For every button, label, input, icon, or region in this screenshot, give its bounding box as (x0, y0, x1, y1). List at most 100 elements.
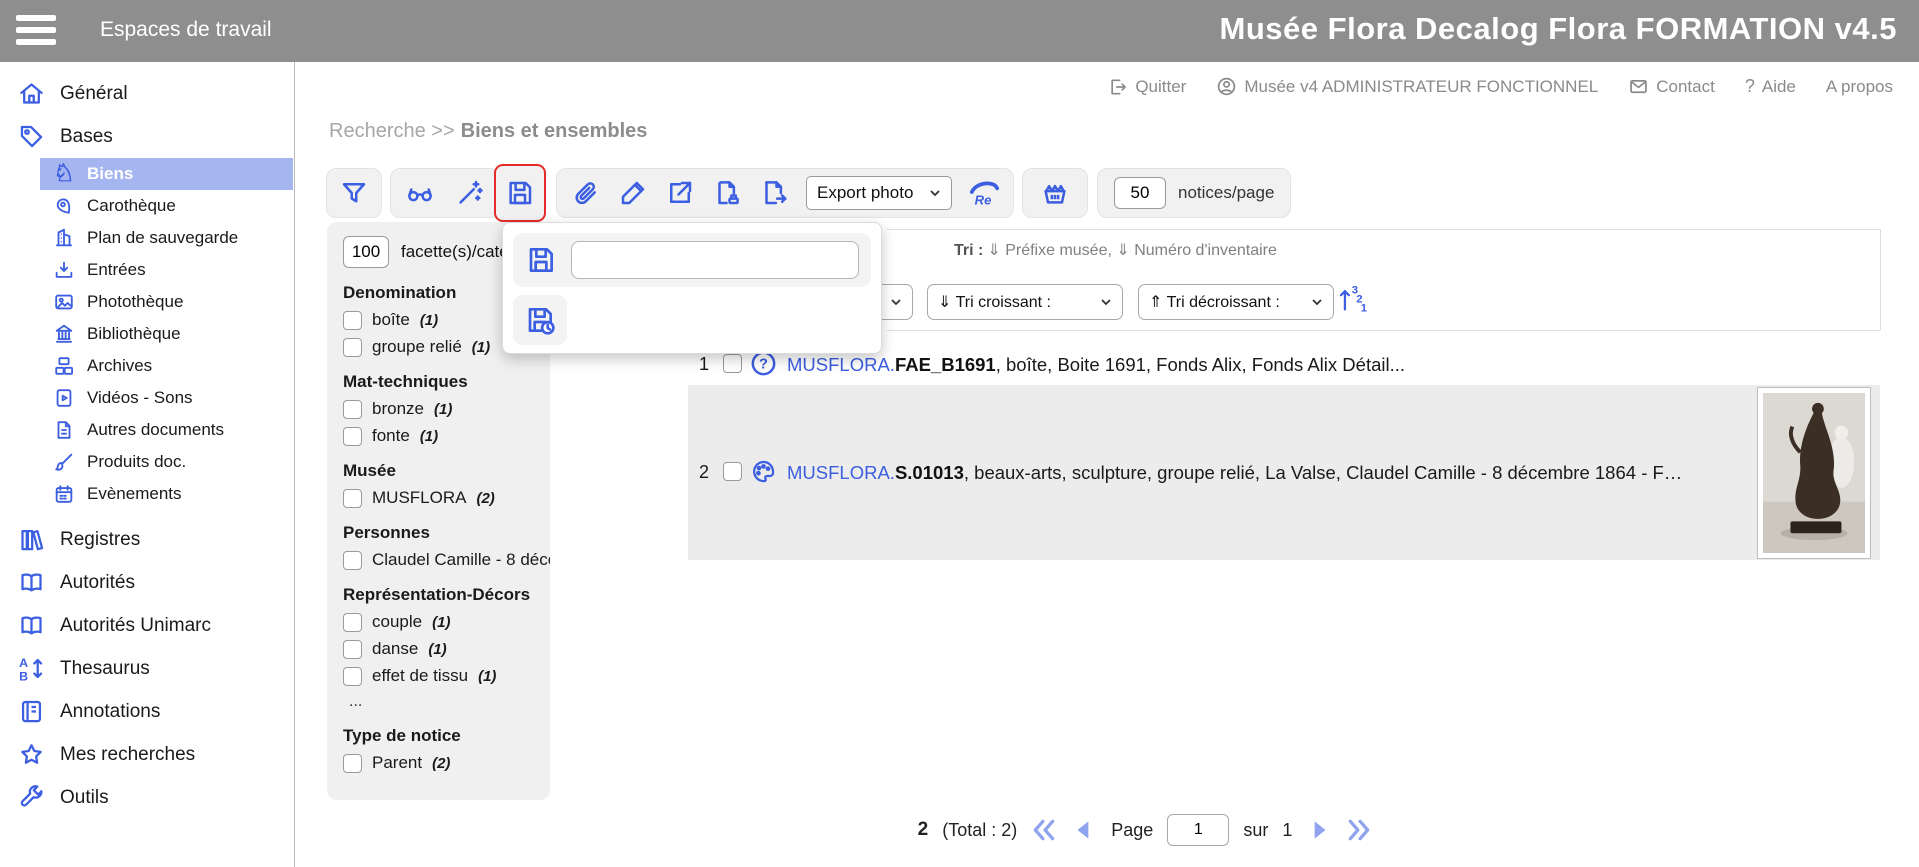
user-menu[interactable]: Musée v4 ADMINISTRATEUR FONCTIONNEL (1216, 76, 1598, 97)
filter-button[interactable] (326, 168, 382, 218)
wrench-icon (18, 784, 45, 811)
checkbox[interactable] (343, 310, 362, 330)
pagination-bar: 2 (Total : 2) Page sur 1 (765, 814, 1525, 846)
aide-link[interactable]: ? Aide (1745, 76, 1796, 97)
facet-item: bronze (1) (343, 399, 536, 419)
palette-icon[interactable] (750, 458, 777, 485)
a-propos-link[interactable]: A propos (1826, 77, 1893, 97)
page-input[interactable] (1167, 814, 1230, 846)
calendar-icon (53, 483, 75, 505)
checkbox[interactable] (343, 426, 362, 446)
sidebar-item-outils[interactable]: Outils (0, 776, 294, 819)
sidebar-item-general[interactable]: Général (0, 72, 294, 115)
save-name-input[interactable] (571, 241, 859, 279)
result-checkbox[interactable] (723, 462, 742, 481)
result-thumbnail[interactable] (1757, 387, 1871, 559)
print-document-icon[interactable] (712, 178, 742, 208)
facet-more-link[interactable]: ... (349, 693, 536, 711)
checkbox[interactable] (343, 337, 362, 357)
sidebar: Général Bases ♘ Biens Carothèque Plan de… (0, 62, 295, 867)
breadcrumb: Recherche >> Biens et ensembles (329, 120, 648, 142)
re-search-logo-icon[interactable]: Re (969, 178, 999, 208)
sidebar-item-autorites[interactable]: Autorités (0, 561, 294, 604)
result-prefix-link[interactable]: MUSFLORA. (787, 462, 895, 483)
export-document-icon[interactable] (759, 178, 789, 208)
workspace-label[interactable]: Espaces de travail (100, 18, 272, 42)
pencil-icon[interactable] (618, 178, 648, 208)
main-area: Quitter Musée v4 ADMINISTRATEUR FONCTION… (295, 62, 1919, 867)
save-clock-icon (524, 304, 556, 336)
external-link-icon[interactable] (665, 178, 695, 208)
sidebar-item-evenements[interactable]: Evènements (40, 478, 294, 510)
hamburger-menu-icon[interactable] (16, 15, 56, 51)
actions-group: Export photo Re (556, 168, 1014, 218)
export-photo-select[interactable]: Export photo (806, 176, 952, 210)
paperclip-icon[interactable] (571, 178, 601, 208)
sidebar-item-videos-sons[interactable]: Vidéos - Sons (40, 382, 294, 414)
checkbox[interactable] (343, 753, 362, 773)
checkbox[interactable] (343, 399, 362, 419)
previous-page-icon[interactable] (1071, 817, 1097, 843)
question-circle-icon[interactable]: ? (750, 350, 777, 377)
result-prefix-link[interactable]: MUSFLORA. (787, 354, 895, 375)
save-icon[interactable] (525, 244, 557, 276)
top-links-bar: Quitter Musée v4 ADMINISTRATEUR FONCTION… (1108, 76, 1893, 97)
sidebar-item-archives[interactable]: Archives (40, 350, 294, 382)
sort-descending-select[interactable]: ⇑ Tri décroissant : (1138, 284, 1334, 320)
sur-label: sur (1243, 819, 1269, 840)
next-page-icon[interactable] (1306, 817, 1332, 843)
checkbox[interactable] (343, 488, 362, 508)
svg-text:A: A (19, 656, 28, 670)
sidebar-item-carotheque[interactable]: Carothèque (40, 190, 294, 222)
sort-criteria: Tri : ⇓ Préfixe musée, ⇓ Numéro d'inventa… (954, 242, 1277, 259)
sidebar-item-thesaurus[interactable]: AB Thesaurus (0, 647, 294, 690)
logout-icon (1108, 77, 1128, 97)
facet-group-title: Musée (343, 461, 396, 480)
glasses-icon[interactable] (405, 178, 435, 208)
sidebar-item-phototheque[interactable]: Photothèque (40, 286, 294, 318)
basket-button[interactable] (1022, 168, 1088, 218)
svg-text:B: B (19, 669, 28, 682)
first-page-icon[interactable] (1031, 817, 1057, 843)
checkbox[interactable] (343, 666, 362, 686)
mail-icon (1628, 76, 1649, 97)
archive-boxes-icon (53, 355, 75, 377)
sidebar-item-autorites-unimarc[interactable]: Autorités Unimarc (0, 604, 294, 647)
sidebar-item-annotations[interactable]: Annotations (0, 690, 294, 733)
magic-wand-icon[interactable] (455, 178, 485, 208)
sidebar-item-autres-documents[interactable]: Autres documents (40, 414, 294, 446)
checkbox[interactable] (343, 550, 362, 570)
brush-icon (53, 451, 75, 473)
facet-count-input[interactable] (343, 236, 389, 268)
sort-ascending-select[interactable]: ⇓ Tri croissant : (927, 284, 1123, 320)
checkbox[interactable] (343, 639, 362, 659)
results-frame-top-line (887, 229, 1880, 230)
notices-per-page-input[interactable] (1114, 177, 1166, 209)
sort-321-icon[interactable]: 321 (1337, 282, 1371, 314)
contact-link[interactable]: Contact (1628, 76, 1715, 97)
checkbox[interactable] (343, 612, 362, 632)
facet-group-title: Personnes (343, 523, 430, 542)
save-scheduled-button[interactable] (513, 295, 567, 345)
filter-icon (339, 178, 369, 208)
sidebar-item-mes-recherches[interactable]: Mes recherches (0, 733, 294, 776)
sidebar-item-bases[interactable]: Bases (0, 115, 294, 158)
facet-item: Parent (2) (343, 753, 536, 773)
facet-group-title: Représentation-Décors (343, 585, 531, 604)
sidebar-item-registres[interactable]: Registres (0, 518, 294, 561)
save-search-button[interactable] (494, 164, 546, 222)
sidebar-item-bibliotheque[interactable]: Bibliothèque (40, 318, 294, 350)
last-page-icon[interactable] (1346, 817, 1372, 843)
chevron-down-icon (890, 296, 902, 308)
video-document-icon (53, 387, 75, 409)
sidebar-item-produits-doc[interactable]: Produits doc. (40, 446, 294, 478)
map-pin-icon (53, 195, 75, 217)
quitter-link[interactable]: Quitter (1108, 77, 1186, 97)
basket-icon (1040, 178, 1070, 208)
svg-text:?: ? (759, 357, 768, 373)
help-icon: ? (1744, 76, 1755, 96)
sidebar-item-biens[interactable]: ♘ Biens (40, 158, 293, 190)
sidebar-item-entrees[interactable]: Entrées (40, 254, 294, 286)
sidebar-item-plan-sauvegarde[interactable]: Plan de sauvegarde (40, 222, 294, 254)
result-checkbox[interactable] (723, 354, 742, 373)
